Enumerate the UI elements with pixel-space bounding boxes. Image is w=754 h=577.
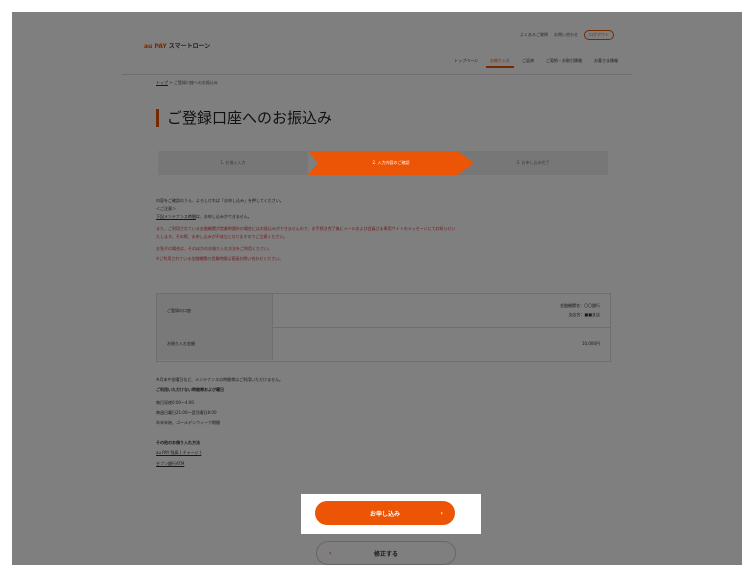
table-row-amount: お借り入れ金額 10,000円: [157, 327, 610, 360]
maintenance-time-1: 毎日深夜0:00〜4:00: [156, 400, 194, 405]
notice-line-2: ＜ご注意＞: [156, 206, 176, 211]
apply-button[interactable]: お申し込み ›: [315, 501, 455, 525]
notice-line-3-rest: は、お申し込みができません。: [195, 214, 252, 219]
brand-logo[interactable]: au PAY スマートローン: [144, 41, 210, 50]
table-row-account: ご登録の口座 金融機関名：〇〇銀行 支店名：■■支店: [157, 294, 610, 328]
warning-line-1: また、ご利用されている金融機関が営業時間外の場合にはお振込みができませんので、お…: [156, 226, 456, 231]
header-links: よくあるご質問 お問い合わせ ログアウト: [520, 30, 614, 40]
screen: au PAY スマートローン よくあるご質問 お問い合わせ ログアウト トップペ…: [12, 12, 742, 565]
other-methods-title: その他のお借り入れ方法: [156, 440, 200, 445]
warning-line-4: ※ご利用されている金融機関の営業時間は直接お問い合わせください。: [156, 256, 284, 261]
step-complete: 3. お申し込み完了: [458, 151, 608, 175]
fix-button-label: 修正する: [373, 550, 398, 558]
step-confirm: 2. 入力内容のご確認: [308, 151, 474, 175]
branch-name: 支店名：■■支店: [568, 312, 600, 317]
step-input: 1. お借入入力: [158, 151, 308, 175]
chevron-left-icon: ‹: [329, 549, 332, 557]
other-method-seven-atm[interactable]: セブン銀行ATM: [156, 461, 184, 467]
amount-value: 10,000円: [582, 341, 600, 346]
nav-customer[interactable]: お客さま情報: [594, 58, 618, 64]
breadcrumb-top-link[interactable]: トップ: [156, 80, 168, 85]
logout-button[interactable]: ログアウト: [584, 30, 614, 40]
nav-repay[interactable]: ご返済: [522, 58, 534, 64]
brand-prefix: au PAY: [144, 43, 167, 50]
dim-overlay: [12, 12, 742, 565]
nav-contract[interactable]: ご契約・お取引情報: [546, 58, 582, 64]
header-divider: [122, 74, 632, 75]
bank-name: 金融機関名：〇〇銀行: [560, 303, 600, 308]
contact-link[interactable]: お問い合わせ: [554, 32, 578, 38]
breadcrumb: トップ > ご登録口座へのお振込み: [156, 80, 218, 86]
global-nav: トップページ お借り入れ ご返済 ご契約・お取引情報 お客さま情報: [454, 58, 618, 68]
amount-label: お借り入れ金額: [157, 327, 273, 360]
maintenance-link[interactable]: 下記メンテナンス時間: [156, 214, 196, 219]
breadcrumb-current: ご登録口座へのお振込み: [173, 80, 218, 85]
faq-link[interactable]: よくあるご質問: [520, 32, 548, 38]
notice-line-3: 下記メンテナンス時間は、お申し込みができません。: [156, 214, 252, 220]
warning-line-2: たします。その際、お申し込みが不成立となりますのでご注意ください。: [156, 234, 288, 239]
warning-line-3: お急ぎの場合は、そのほかのお借り入れ方法をご利用ください。: [156, 246, 272, 251]
maintenance-time-2: 毎週日曜日21:00〜翌月曜日8:00: [156, 410, 217, 415]
chevron-right-icon: ›: [440, 509, 443, 517]
nav-borrow[interactable]: お借り入れ: [486, 58, 514, 68]
nav-top[interactable]: トップページ: [454, 58, 478, 64]
brand-suffix: スマートローン: [168, 43, 211, 50]
progress-steps: 1. お借入入力 2. 入力内容のご確認 3. お申し込み完了: [158, 151, 608, 175]
apply-button-label: お申し込み: [369, 510, 400, 518]
notice-line-1: 内容をご確認のうえ、よろしければ「お申し込み」を押してください。: [156, 198, 284, 203]
confirmation-table: ご登録の口座 金融機関名：〇〇銀行 支店名：■■支店 お借り入れ金額 10,00…: [156, 293, 611, 362]
maintenance-title: ご利用いただけない時間帯および曜日: [156, 387, 224, 392]
footer-note: ※月末や金曜日など、メンテナンスの時間帯はご利用いただけません。: [156, 377, 283, 382]
page-title: ご登録口座へのお振込み: [156, 109, 332, 127]
account-label: ご登録の口座: [157, 294, 273, 327]
fix-button[interactable]: ‹ 修正する: [316, 541, 456, 565]
other-method-aupay[interactable]: au PAY 残高 ( チャージ ): [156, 450, 201, 456]
maintenance-time-3: 年末年始、ゴールデンウィーク期間: [156, 420, 220, 425]
